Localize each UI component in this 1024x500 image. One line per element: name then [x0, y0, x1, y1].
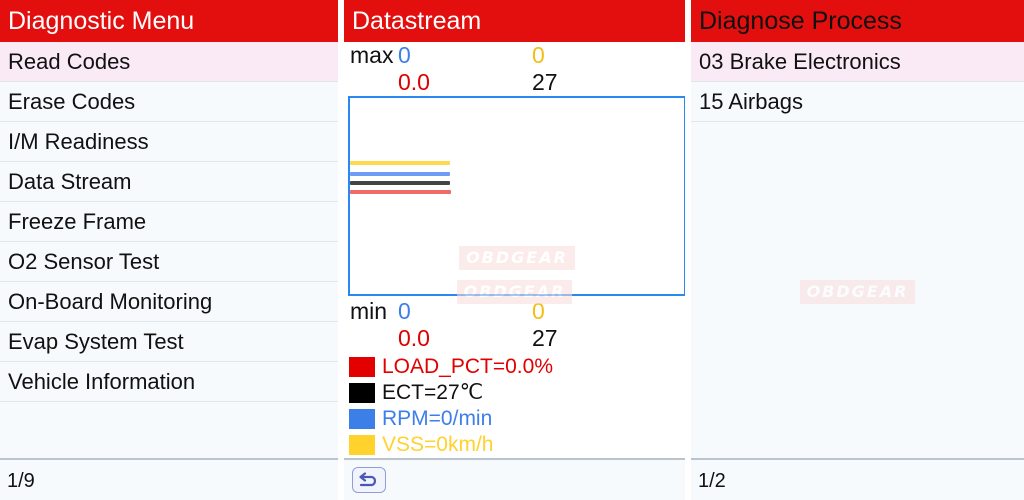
- min-values-block: min 0 0 0.0 27: [344, 298, 685, 352]
- menu-item-o2-sensor-test[interactable]: O2 Sensor Test: [0, 242, 338, 282]
- max-row-1: max 0 0: [344, 42, 685, 69]
- min-rpm-value: 0: [398, 298, 411, 324]
- datastream-body: OBDGEAR max 0 0 0.0 27 OBDGEAR min 0 0 0…: [344, 42, 685, 458]
- diagnose-process-title: Diagnose Process: [691, 0, 1024, 42]
- min-row-1: min 0 0: [344, 298, 685, 325]
- max-ect-value: 27: [532, 69, 558, 95]
- obd-scanner-screen: Diagnostic Menu OBDGEAR Read Codes Erase…: [0, 0, 1024, 500]
- list-item-brake-electronics[interactable]: 03 Brake Electronics: [691, 42, 1024, 82]
- diagnostic-menu-panel: Diagnostic Menu OBDGEAR Read Codes Erase…: [0, 0, 338, 500]
- min-label: min: [350, 298, 388, 324]
- legend-swatch-rpm-icon: [349, 409, 375, 429]
- diagnostic-menu-title: Diagnostic Menu: [0, 0, 338, 42]
- menu-item-freeze-frame[interactable]: Freeze Frame: [0, 202, 338, 242]
- list-item-airbags[interactable]: 15 Airbags: [691, 82, 1024, 122]
- legend-item-vss[interactable]: VSS=0km/h: [344, 432, 685, 458]
- max-values-block: max 0 0 0.0 27: [344, 42, 685, 96]
- graph-trace-rpm: [350, 172, 450, 176]
- legend-item-rpm[interactable]: RPM=0/min: [344, 406, 685, 432]
- min-row-2: 0.0 27: [344, 325, 685, 352]
- min-ect-value: 27: [532, 325, 558, 351]
- legend-swatch-vss-icon: [349, 435, 375, 455]
- right-page-indicator: 1/2: [691, 458, 1024, 500]
- max-label: max: [350, 42, 394, 68]
- graph-trace-vss: [350, 161, 450, 165]
- datastream-toolbar: [344, 458, 685, 500]
- legend-label-rpm: RPM=0/min: [382, 407, 493, 430]
- datastream-panel: Datastream OBDGEAR max 0 0 0.0 27 OBDGEA…: [344, 0, 685, 500]
- left-page-indicator: 1/9: [0, 458, 338, 500]
- datastream-graph: OBDGEAR: [348, 96, 685, 296]
- diagnose-process-list: OBDGEAR 03 Brake Electronics 15 Airbags: [691, 42, 1024, 458]
- menu-item-evap-system-test[interactable]: Evap System Test: [0, 322, 338, 362]
- legend-item-ect[interactable]: ECT=27℃: [344, 380, 685, 406]
- min-vss-value: 0: [532, 298, 545, 324]
- menu-item-im-readiness[interactable]: I/M Readiness: [0, 122, 338, 162]
- legend-label-load-pct: LOAD_PCT=0.0%: [382, 355, 553, 378]
- legend-item-load-pct[interactable]: LOAD_PCT=0.0%: [344, 354, 685, 380]
- menu-item-on-board-monitoring[interactable]: On-Board Monitoring: [0, 282, 338, 322]
- max-rpm-value: 0: [398, 42, 411, 68]
- max-vss-value: 0: [532, 42, 545, 68]
- legend-label-vss: VSS=0km/h: [382, 433, 494, 456]
- datastream-title: Datastream: [344, 0, 685, 42]
- menu-item-read-codes[interactable]: Read Codes: [0, 42, 338, 82]
- max-load-value: 0.0: [398, 69, 430, 95]
- graph-trace-load-pct: [350, 190, 451, 194]
- graph-trace-ect: [350, 181, 450, 185]
- menu-item-data-stream[interactable]: Data Stream: [0, 162, 338, 202]
- back-arrow-icon: [359, 472, 376, 487]
- watermark-obdgear-graph: OBDGEAR: [459, 246, 575, 270]
- menu-item-vehicle-information[interactable]: Vehicle Information: [0, 362, 338, 402]
- menu-item-erase-codes[interactable]: Erase Codes: [0, 82, 338, 122]
- watermark-obdgear-right: OBDGEAR: [799, 280, 916, 304]
- diagnose-process-panel: Diagnose Process OBDGEAR 03 Brake Electr…: [691, 0, 1024, 500]
- legend-label-ect: ECT=27℃: [382, 381, 484, 404]
- back-button[interactable]: [352, 467, 386, 493]
- max-row-2: 0.0 27: [344, 69, 685, 96]
- legend-swatch-ect-icon: [349, 383, 375, 403]
- legend-swatch-load-pct-icon: [349, 357, 375, 377]
- datastream-legend: LOAD_PCT=0.0% ECT=27℃ RPM=0/min VSS=0km/…: [344, 354, 685, 458]
- diagnostic-menu-list: OBDGEAR Read Codes Erase Codes I/M Readi…: [0, 42, 338, 458]
- min-load-value: 0.0: [398, 325, 430, 351]
